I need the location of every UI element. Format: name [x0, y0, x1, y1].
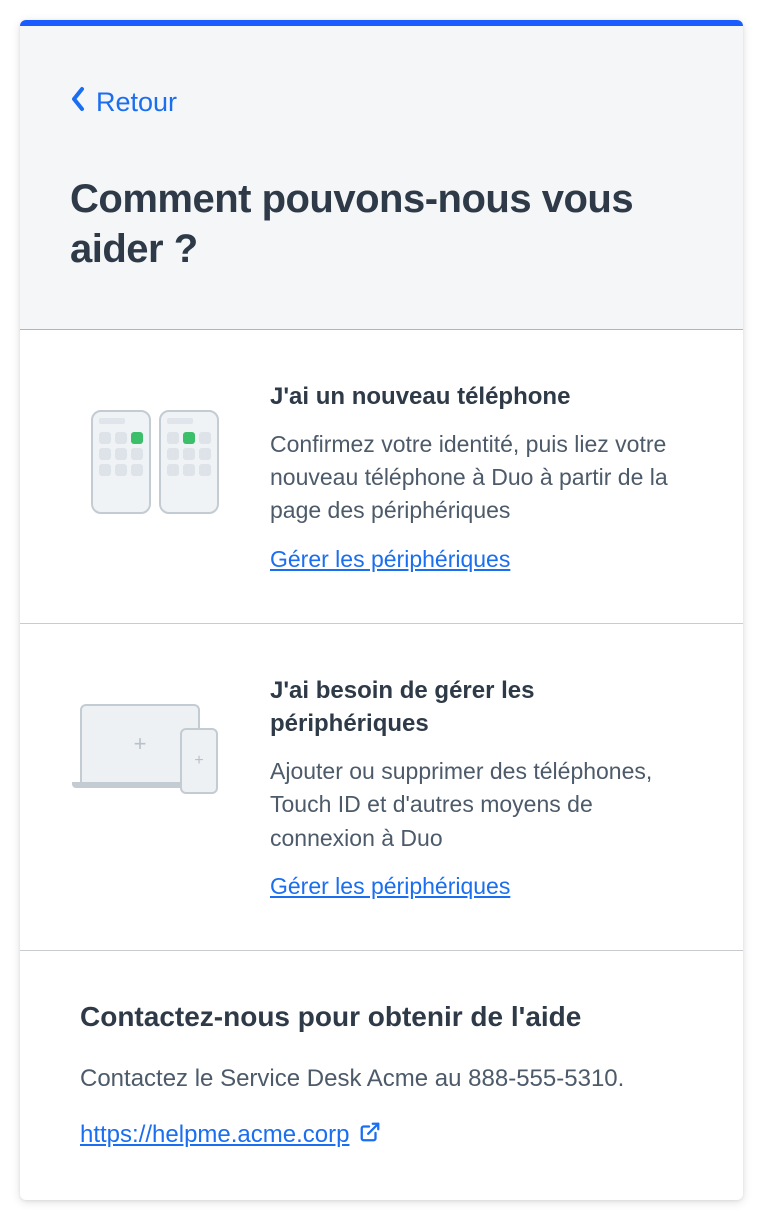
- option-title: J'ai besoin de gérer les périphériques: [270, 674, 693, 741]
- option-manage-devices: + + J'ai besoin de gérer les périphériqu…: [20, 624, 743, 951]
- manage-devices-link[interactable]: Gérer les périphériques: [270, 546, 510, 572]
- contact-title: Contactez-nous pour obtenir de l'aide: [80, 1001, 683, 1033]
- devices-icon: + +: [80, 674, 230, 794]
- option-body: J'ai besoin de gérer les périphériques A…: [270, 674, 693, 900]
- help-card: Retour Comment pouvons-nous vous aider ?: [20, 20, 743, 1200]
- page-title: Comment pouvons-nous vous aider ?: [70, 174, 693, 274]
- option-new-phone: J'ai un nouveau téléphone Confirmez votr…: [20, 330, 743, 624]
- option-desc: Ajouter ou supprimer des téléphones, Tou…: [270, 755, 693, 855]
- manage-devices-link[interactable]: Gérer les périphériques: [270, 873, 510, 899]
- contact-link-text: https://helpme.acme.corp: [80, 1121, 349, 1149]
- option-title: J'ai un nouveau téléphone: [270, 380, 693, 414]
- header: Retour Comment pouvons-nous vous aider ?: [20, 26, 743, 330]
- phones-icon: [80, 380, 230, 514]
- contact-section: Contactez-nous pour obtenir de l'aide Co…: [20, 951, 743, 1200]
- contact-text: Contactez le Service Desk Acme au 888-55…: [80, 1061, 683, 1097]
- back-link[interactable]: Retour: [70, 86, 177, 119]
- external-link-icon: [359, 1121, 381, 1150]
- back-label: Retour: [96, 87, 177, 118]
- option-desc: Confirmez votre identité, puis liez votr…: [270, 428, 693, 528]
- chevron-left-icon: [70, 86, 86, 119]
- option-body: J'ai un nouveau téléphone Confirmez votr…: [270, 380, 693, 573]
- contact-link[interactable]: https://helpme.acme.corp: [80, 1121, 381, 1150]
